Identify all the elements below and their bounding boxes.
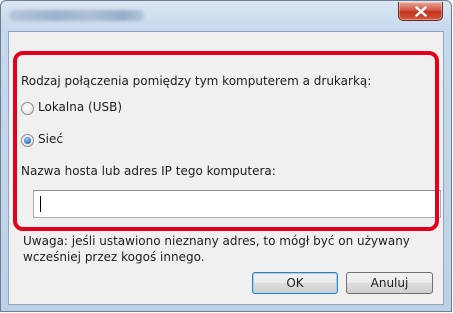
dialog-window: Rodzaj połączenia pomiędzy tym komputere… <box>0 0 452 312</box>
close-icon <box>415 6 427 17</box>
dialog-content: Rodzaj połączenia pomiędzy tym komputere… <box>8 31 444 305</box>
warning-text-line2: wcześniej przez kogoś innego. <box>23 250 205 264</box>
ok-button[interactable]: OK <box>252 272 338 294</box>
warning-text-line1: Uwaga: jeśli ustawiono nieznany adres, t… <box>23 234 410 248</box>
highlight-frame <box>13 51 439 231</box>
cancel-button[interactable]: Anuluj <box>346 272 433 294</box>
close-button[interactable] <box>398 2 443 21</box>
title-bar[interactable] <box>1 1 451 31</box>
dialog-title-redacted <box>9 10 144 21</box>
